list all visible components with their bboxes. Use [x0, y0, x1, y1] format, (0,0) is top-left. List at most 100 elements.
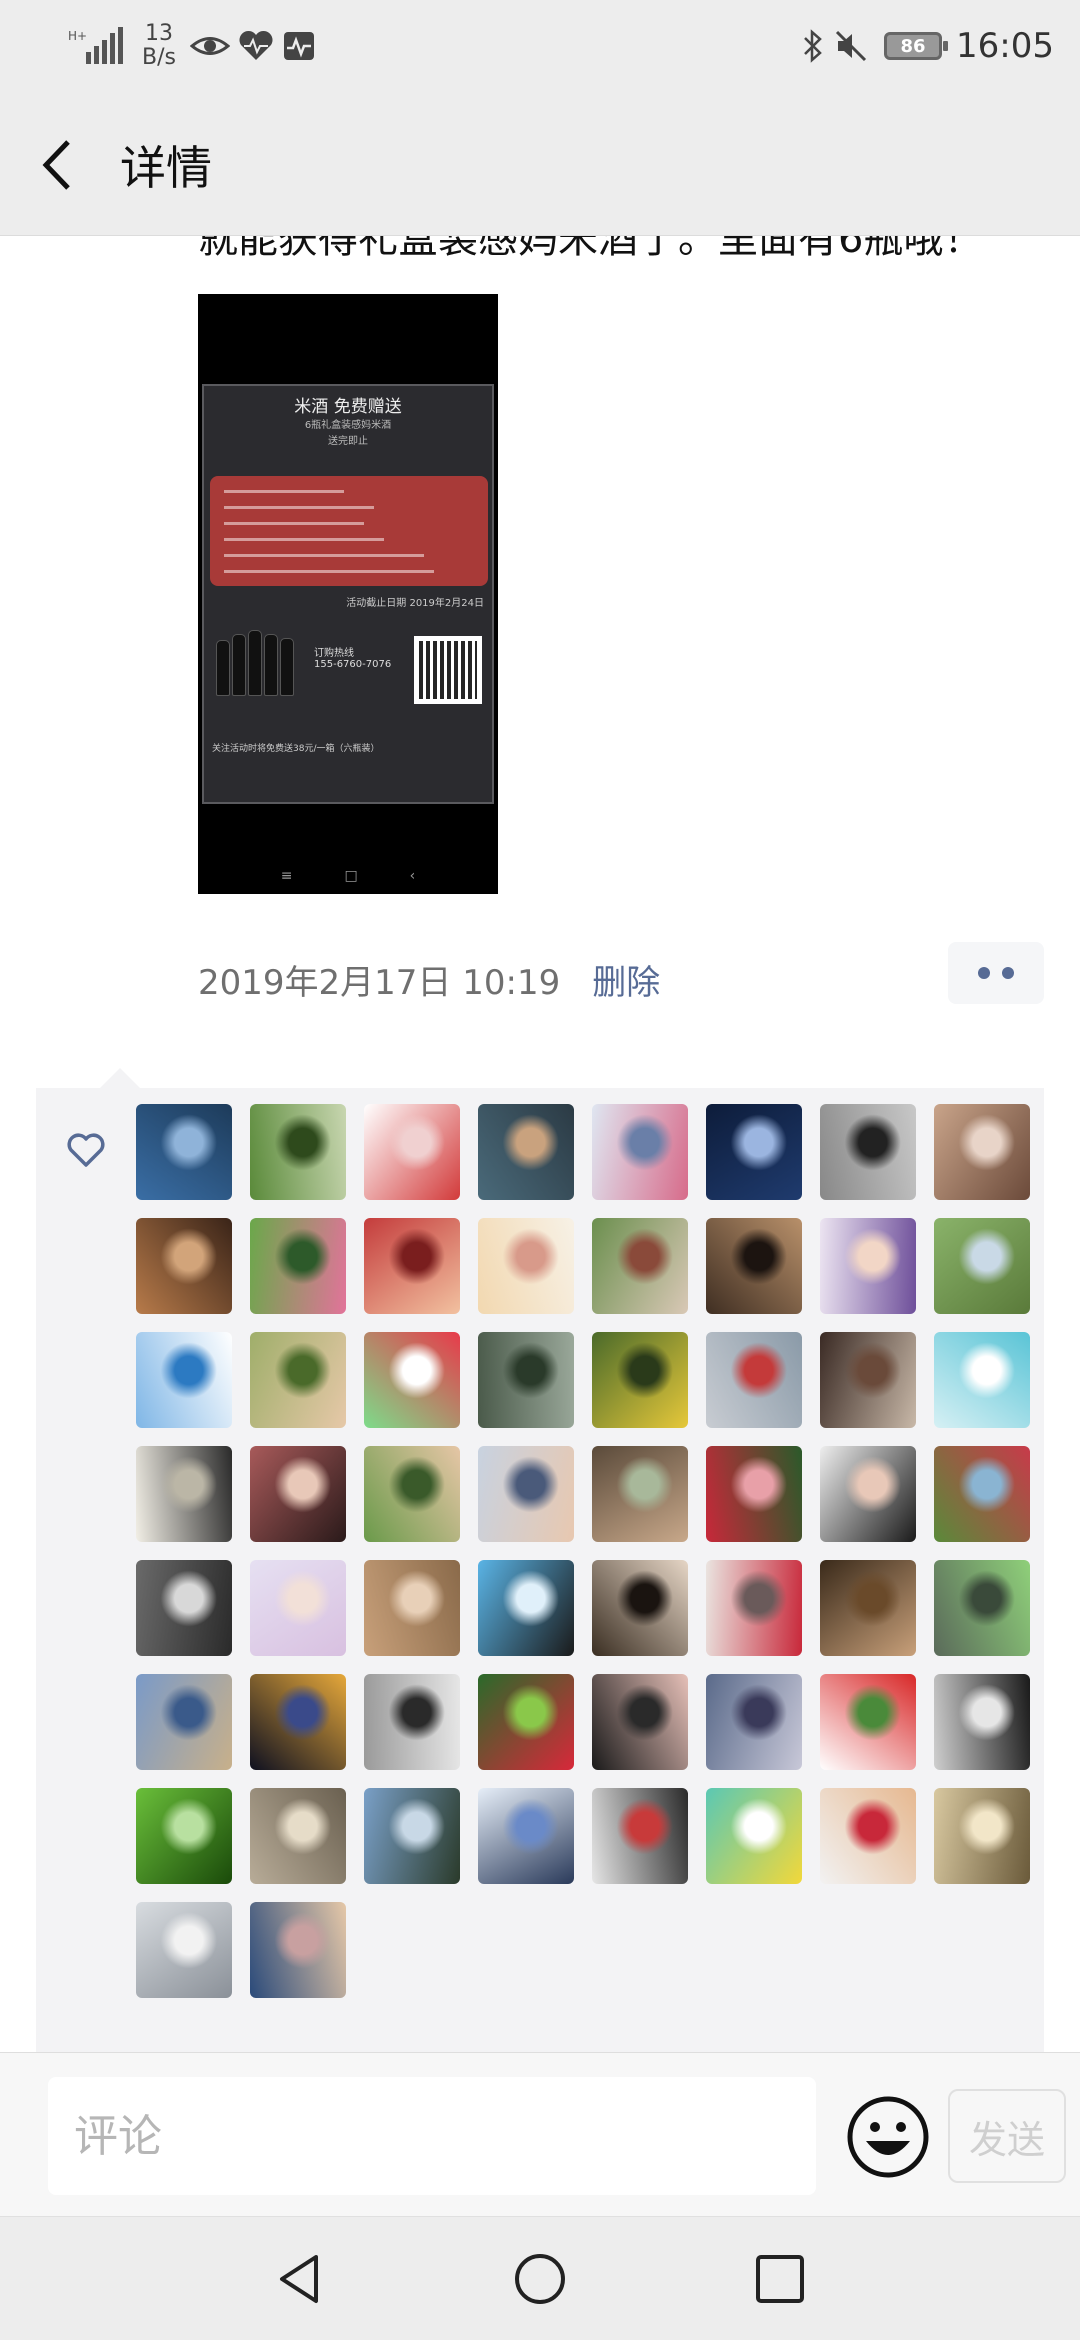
post-text: 就能获得礼盒装感妈米酒了。里面有6瓶哦！: [198, 236, 984, 262]
avatar-toddler[interactable]: [250, 1332, 346, 1428]
back-arrow-icon: [42, 140, 70, 190]
avatar-cartoon-boy[interactable]: [820, 1104, 916, 1200]
post-meta: 2019年2月17日 10:19 删除: [198, 954, 660, 1004]
more-actions-button[interactable]: [948, 942, 1044, 1004]
avatar-smiling-man[interactable]: [820, 1560, 916, 1656]
post-detail-content[interactable]: 就能获得礼盒装感妈米酒了。里面有6瓶哦！ 米酒 免费赠送 6瓶礼盒装感妈米酒 送…: [0, 236, 1080, 2052]
avatar-night-couple[interactable]: [706, 1104, 802, 1200]
heart-icon: [67, 1133, 105, 1167]
poster-red-panel: [210, 476, 488, 586]
poster-footer: 关注活动时将免费送38元/一箱（六瓶装）: [212, 744, 380, 754]
avatar-man-field[interactable]: [934, 1560, 1030, 1656]
nav-home-icon[interactable]: [512, 2251, 568, 2307]
avatar-city-night[interactable]: [250, 1674, 346, 1770]
avatar-young-man[interactable]: [250, 1560, 346, 1656]
page-title: 详情: [120, 141, 212, 195]
delete-link[interactable]: 删除: [592, 955, 660, 1004]
avatar-coast[interactable]: [136, 1104, 232, 1200]
avatar-portrait-frame[interactable]: [592, 1560, 688, 1656]
avatar-garden-man[interactable]: [250, 1104, 346, 1200]
eye-icon: [189, 37, 230, 55]
avatar-elder-man[interactable]: [592, 1446, 688, 1542]
avatar-two-elders[interactable]: [364, 1560, 460, 1656]
activity-icon: [283, 32, 314, 60]
avatar-long-hair[interactable]: [592, 1674, 688, 1770]
avatar-rose-garden[interactable]: [934, 1446, 1030, 1542]
avatar-sunglasses-woman[interactable]: [250, 1446, 346, 1542]
avatar-tree-man[interactable]: [706, 1218, 802, 1314]
poster-phone-label: 订购热线: [314, 648, 354, 659]
comment-input[interactable]: [48, 2077, 816, 2195]
avatar-calligraphy[interactable]: [136, 1218, 232, 1314]
avatar-denim-kid[interactable]: [250, 1902, 346, 1998]
nav-back-icon[interactable]: [272, 2251, 328, 2307]
poster-subtitle: 6瓶礼盒装感妈米酒: [304, 420, 392, 431]
post-image[interactable]: 米酒 免费赠送 6瓶礼盒装感妈米酒 送完即止 活动截止日期 2019年2月24日: [198, 294, 498, 894]
avatar-horse-painting[interactable]: [934, 1788, 1030, 1884]
avatar-green-calligraphy[interactable]: [136, 1788, 232, 1884]
net-speed: 13 B/s: [142, 22, 176, 70]
avatar-yellow-flowers[interactable]: [592, 1332, 688, 1428]
avatar-cyclist[interactable]: [364, 1788, 460, 1884]
avatar-pool-decor[interactable]: [934, 1332, 1030, 1428]
avatar-arches[interactable]: [250, 1788, 346, 1884]
avatar-blonde-man[interactable]: [820, 1788, 916, 1884]
network-type: H+: [68, 29, 87, 43]
avatar-crystal-ball[interactable]: [706, 1674, 802, 1770]
back-button[interactable]: [30, 130, 90, 200]
mute-icon: [835, 30, 867, 62]
avatar-rider-mask[interactable]: [592, 1788, 688, 1884]
heart-rate-icon: [239, 30, 273, 60]
send-button[interactable]: 发送: [948, 2089, 1066, 2183]
likes-panel: [36, 1068, 1044, 2052]
avatar-calligraphy-2[interactable]: [136, 1446, 232, 1542]
avatar-woman-selfie[interactable]: [934, 1104, 1030, 1200]
dot-icon: [978, 967, 990, 979]
avatar-snow-couple[interactable]: [478, 1788, 574, 1884]
avatar-man-portrait[interactable]: [478, 1104, 574, 1200]
avatar-wall-couple[interactable]: [706, 1332, 802, 1428]
avatar-bridge-walk[interactable]: [478, 1332, 574, 1428]
avatar-cartoon-guy[interactable]: [364, 1674, 460, 1770]
avatar-cartoon-girl[interactable]: [478, 1218, 574, 1314]
avatar-red-blossoms[interactable]: [478, 1674, 574, 1770]
post-timestamp: 2019年2月17日 10:19: [198, 962, 561, 1003]
avatar-signature[interactable]: [934, 1674, 1030, 1770]
avatar-skier[interactable]: [136, 1332, 232, 1428]
avatar-yellow-bird[interactable]: [706, 1788, 802, 1884]
signal-icon: H+: [68, 27, 123, 64]
avatar-plum-blossom[interactable]: [592, 1104, 688, 1200]
avatar-flowers-pots[interactable]: [250, 1218, 346, 1314]
likes-panel-arrow: [100, 1068, 140, 1088]
poster-date: 活动截止日期 2019年2月24日: [346, 598, 484, 609]
avatar-hill-path[interactable]: [934, 1218, 1030, 1314]
poster-nav-keys: ≡ □ ‹: [280, 868, 416, 884]
poster-subtitle-2: 送完即止: [328, 436, 368, 447]
dot-icon: [1002, 967, 1014, 979]
avatar-christmas-hat[interactable]: [820, 1674, 916, 1770]
avatar-white-car[interactable]: [136, 1902, 232, 1998]
avatar-red-emblem[interactable]: [364, 1104, 460, 1200]
avatar-lake-hills[interactable]: [136, 1674, 232, 1770]
avatar-stone[interactable]: [592, 1218, 688, 1314]
avatar-red-rose[interactable]: [706, 1446, 802, 1542]
avatar-red-paper-cut[interactable]: [706, 1560, 802, 1656]
comment-bar: 发送: [0, 2052, 1080, 2216]
avatar-red-fox[interactable]: [364, 1332, 460, 1428]
avatar-festive-girl[interactable]: [364, 1218, 460, 1314]
battery-icon: 86: [884, 32, 949, 60]
battery-level: 86: [900, 35, 926, 57]
qr-code: [414, 636, 482, 704]
emoji-icon[interactable]: [846, 2095, 930, 2179]
avatar-cartoon-woman[interactable]: [820, 1218, 916, 1314]
poster-phone: 155-6760-7076: [314, 659, 392, 670]
poster-card: 米酒 免费赠送 6瓶礼盒装感妈米酒 送完即止 活动截止日期 2019年2月24日: [202, 384, 494, 804]
avatar-hair-girl[interactable]: [820, 1446, 916, 1542]
avatar-car-driver[interactable]: [136, 1560, 232, 1656]
avatar-family-selfie[interactable]: [478, 1446, 574, 1542]
avatar-coffee[interactable]: [820, 1332, 916, 1428]
nav-recents-icon[interactable]: [752, 2251, 808, 2307]
avatar-sunset-silhouette[interactable]: [478, 1560, 574, 1656]
avatar-baby[interactable]: [364, 1446, 460, 1542]
system-nav-bar: [0, 2216, 1080, 2340]
